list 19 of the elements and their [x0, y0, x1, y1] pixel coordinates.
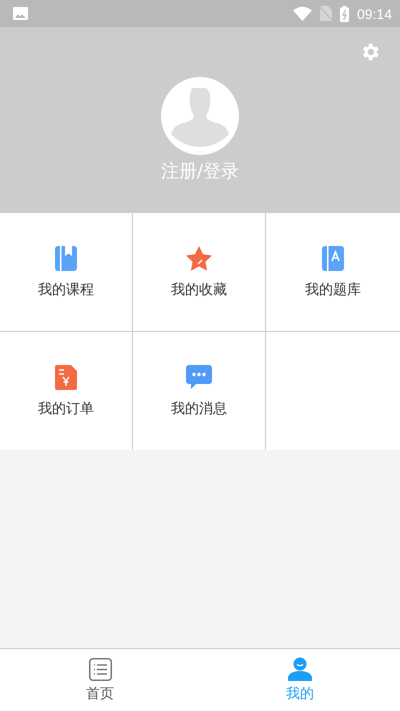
menu-tile[interactable]: 我的题库: [266, 213, 400, 332]
nav-tab[interactable]: 首页: [0, 649, 200, 711]
no-sim-icon: [320, 6, 332, 21]
battery-icon: [340, 6, 349, 22]
book-icon: [55, 246, 77, 270]
menu-tile[interactable]: 我的订单: [0, 332, 133, 450]
menu-tile[interactable]: 我的收藏: [133, 213, 266, 332]
clock-time: 09:14: [356, 6, 392, 22]
star-icon: [185, 245, 213, 271]
menu-tile[interactable]: 我的消息: [133, 332, 266, 450]
avatar[interactable]: [161, 77, 239, 155]
wifi-icon: [292, 6, 312, 21]
list-icon: [88, 658, 112, 680]
receipt-icon: [55, 364, 77, 390]
book-letter-icon: [322, 246, 344, 270]
menu-tile[interactable]: 我的课程: [0, 213, 133, 332]
chat-bubble-icon: [186, 364, 212, 390]
image-icon: [13, 7, 28, 20]
person-icon: [288, 657, 312, 681]
